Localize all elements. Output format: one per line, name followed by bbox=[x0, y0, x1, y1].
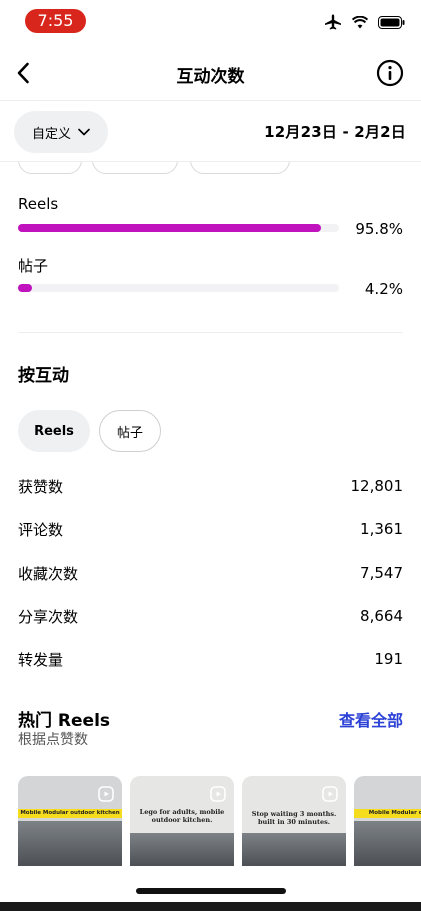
top-reels-subtitle: 根据点赞数 bbox=[18, 732, 88, 748]
nav-bar: 互动次数 bbox=[0, 44, 421, 100]
reels-icon bbox=[98, 786, 114, 802]
date-range: 12月23日 - 2月2日 bbox=[264, 123, 406, 141]
reel-image bbox=[242, 833, 346, 867]
see-all-link[interactable]: 查看全部 bbox=[339, 707, 403, 731]
reel-banner: Mobile Modular outdoor bbox=[354, 809, 421, 818]
metric-row-reposts: 转发量 191 bbox=[18, 647, 403, 671]
metric-label: 收藏次数 bbox=[18, 564, 79, 583]
reel-image bbox=[18, 821, 122, 867]
wifi-icon bbox=[352, 15, 368, 28]
status-bar: 7:55 bbox=[0, 0, 421, 44]
reel-image bbox=[130, 833, 234, 867]
bottom-edge bbox=[0, 902, 421, 911]
metric-value: 8,664 bbox=[360, 607, 403, 625]
period-label: 自定义 bbox=[31, 126, 71, 142]
dist-percent-posts: 4.2% bbox=[364, 280, 403, 298]
metric-row-saves: 收藏次数 7,547 bbox=[18, 561, 403, 585]
dist-bar-reels bbox=[18, 224, 339, 232]
metric-row-shares: 分享次数 8,664 bbox=[18, 604, 403, 628]
reel-thumbnail[interactable]: Mobile Modular outdoor bbox=[354, 776, 421, 867]
scroll-fade bbox=[0, 866, 421, 902]
metric-label: 转发量 bbox=[18, 650, 64, 669]
dist-bar-fill-posts bbox=[18, 284, 32, 292]
metric-row-comments: 评论数 1,361 bbox=[18, 517, 403, 541]
tab-reels[interactable]: Reels bbox=[18, 410, 90, 452]
info-button[interactable] bbox=[376, 59, 404, 87]
dist-bar-fill-reels bbox=[18, 224, 321, 232]
reel-thumbnail[interactable]: Lego for adults, mobile outdoor kitchen. bbox=[130, 776, 234, 867]
reel-caption: Stop waiting 3 months. built in 30 minut… bbox=[251, 810, 337, 826]
top-reels-strip: Mobile Modular outdoor kitchen Lego for … bbox=[18, 776, 421, 867]
reel-caption: Lego for adults, mobile outdoor kitchen. bbox=[139, 808, 225, 824]
section-title-top-reels: 热门 Reels bbox=[18, 711, 111, 731]
reel-image bbox=[354, 821, 421, 867]
reel-thumbnail[interactable]: Stop waiting 3 months. built in 30 minut… bbox=[242, 776, 346, 867]
tab-posts[interactable]: 帖子 bbox=[99, 410, 161, 452]
metric-value: 7,547 bbox=[360, 564, 403, 582]
metric-value: 1,361 bbox=[360, 520, 403, 538]
page-title: 互动次数 bbox=[176, 67, 245, 87]
metric-label: 评论数 bbox=[18, 520, 64, 539]
divider bbox=[18, 332, 403, 333]
home-indicator[interactable] bbox=[136, 888, 286, 894]
reel-banner: Mobile Modular outdoor kitchen bbox=[18, 809, 122, 818]
metric-label: 分享次数 bbox=[18, 607, 79, 626]
dist-label-posts: 帖子 bbox=[18, 257, 49, 275]
metric-value: 12,801 bbox=[350, 477, 404, 495]
chevron-down-icon bbox=[78, 128, 90, 136]
reels-icon bbox=[210, 786, 226, 802]
reels-icon bbox=[322, 786, 338, 802]
period-dropdown[interactable]: 自定义 bbox=[14, 111, 108, 153]
dist-percent-reels: 95.8% bbox=[355, 220, 403, 238]
reel-thumbnail[interactable]: Mobile Modular outdoor kitchen bbox=[18, 776, 122, 867]
info-icon bbox=[376, 59, 404, 87]
battery-icon bbox=[378, 15, 405, 29]
metric-row-likes: 获赞数 12,801 bbox=[18, 474, 403, 498]
dist-label-reels: Reels bbox=[18, 195, 59, 213]
filter-row: 自定义 12月23日 - 2月2日 bbox=[0, 100, 421, 162]
metric-value: 191 bbox=[374, 650, 403, 668]
status-icons bbox=[324, 14, 405, 30]
airplane-icon bbox=[325, 14, 341, 30]
dist-bar-posts bbox=[18, 284, 339, 292]
metric-label: 获赞数 bbox=[18, 477, 64, 496]
section-title-by-interaction: 按互动 bbox=[18, 366, 69, 386]
status-time: 7:55 bbox=[25, 9, 86, 33]
